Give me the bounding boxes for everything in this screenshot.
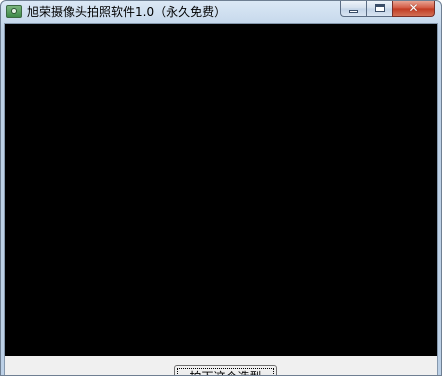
close-button[interactable]: ✕ bbox=[392, 1, 435, 17]
camera-preview bbox=[5, 24, 437, 356]
client-area: 拍下这个造型 bbox=[4, 23, 438, 375]
maximize-button[interactable] bbox=[366, 1, 392, 17]
close-icon: ✕ bbox=[408, 1, 419, 15]
minimize-icon bbox=[349, 10, 358, 13]
camera-app-icon[interactable] bbox=[6, 5, 22, 18]
caption-buttons: ✕ bbox=[340, 1, 435, 17]
minimize-button[interactable] bbox=[340, 1, 366, 17]
title-bar[interactable]: 旭荣摄像头拍照软件1.0（永久免费） ✕ bbox=[1, 1, 441, 23]
app-window: 旭荣摄像头拍照软件1.0（永久免费） ✕ 拍下这个造型 bbox=[0, 0, 442, 376]
maximize-icon bbox=[375, 4, 385, 12]
window-title: 旭荣摄像头拍照软件1.0（永久免费） bbox=[27, 5, 227, 19]
capture-button[interactable]: 拍下这个造型 bbox=[174, 365, 277, 375]
